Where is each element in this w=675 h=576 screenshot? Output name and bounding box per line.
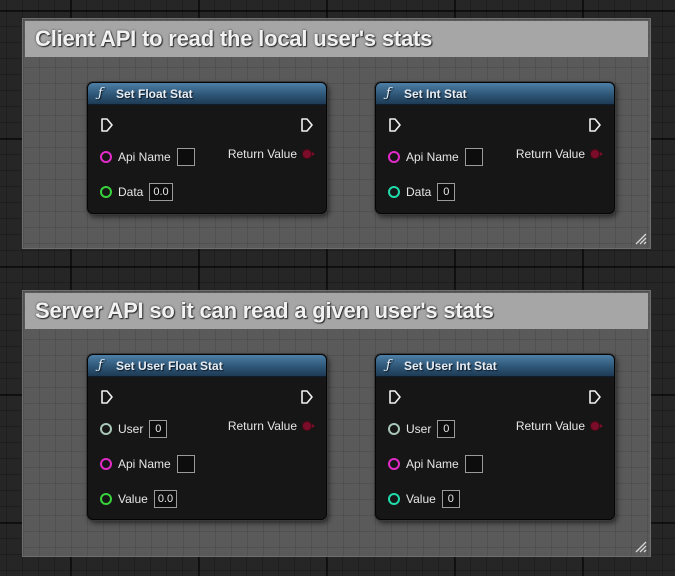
exec-in-pin-icon[interactable] xyxy=(388,117,402,133)
string-pin-icon[interactable] xyxy=(388,458,400,470)
data-input[interactable]: 0 xyxy=(437,183,456,201)
pin-user[interactable]: User 0 xyxy=(388,420,456,438)
api-name-input[interactable] xyxy=(176,148,195,166)
pin-api-name[interactable]: Api Name xyxy=(100,455,195,473)
pin-value[interactable]: Value 0.0 xyxy=(100,490,178,508)
pin-label: Return Value xyxy=(515,147,585,161)
pin-label: Api Name xyxy=(118,457,171,471)
api-name-input[interactable] xyxy=(464,148,483,166)
pin-label: Data xyxy=(118,185,144,199)
exec-out-pin-icon[interactable] xyxy=(300,389,314,405)
resize-handle-icon[interactable] xyxy=(635,541,647,553)
bool-pin-icon[interactable] xyxy=(302,149,315,159)
float-pin-icon[interactable] xyxy=(100,186,112,198)
node-header[interactable]: ƒ Set User Int Stat xyxy=(376,355,614,377)
pin-return-value[interactable]: Return Value xyxy=(227,419,315,433)
api-name-input[interactable] xyxy=(176,455,195,473)
comment-title[interactable]: Client API to read the local user's stat… xyxy=(25,21,648,57)
node-header[interactable]: ƒ Set Float Stat xyxy=(88,83,326,105)
pin-api-name[interactable]: Api Name xyxy=(388,148,483,166)
user-pin-icon[interactable] xyxy=(100,423,112,435)
function-icon: ƒ xyxy=(386,86,391,101)
function-icon: ƒ xyxy=(386,358,391,373)
node-title: Set User Int Stat xyxy=(404,358,497,373)
pin-value[interactable]: Value 0 xyxy=(388,490,460,508)
pin-label: Api Name xyxy=(118,150,171,164)
string-pin-icon[interactable] xyxy=(100,458,112,470)
int-pin-icon[interactable] xyxy=(388,493,400,505)
bool-pin-icon[interactable] xyxy=(590,149,603,159)
pin-api-name[interactable]: Api Name xyxy=(100,148,195,166)
exec-in-pin-icon[interactable] xyxy=(388,389,402,405)
float-pin-icon[interactable] xyxy=(100,493,112,505)
exec-in-pin-icon[interactable] xyxy=(100,117,114,133)
node-header[interactable]: ƒ Set Int Stat xyxy=(376,83,614,105)
comment-title[interactable]: Server API so it can read a given user's… xyxy=(25,293,648,329)
pin-user[interactable]: User 0 xyxy=(100,420,168,438)
string-pin-icon[interactable] xyxy=(388,151,400,163)
api-name-input[interactable] xyxy=(464,455,483,473)
pin-label: User xyxy=(118,422,144,436)
user-input[interactable]: 0 xyxy=(149,420,168,438)
pin-label: Api Name xyxy=(406,150,459,164)
pin-label: User xyxy=(406,422,432,436)
pin-data[interactable]: Data 0.0 xyxy=(100,183,173,201)
exec-out-pin-icon[interactable] xyxy=(588,117,602,133)
exec-out-pin-icon[interactable] xyxy=(300,117,314,133)
pin-label: Data xyxy=(406,185,432,199)
node-title: Set User Float Stat xyxy=(116,358,223,373)
resize-handle-icon[interactable] xyxy=(635,233,647,245)
node-title: Set Int Stat xyxy=(404,86,467,101)
pin-label: Api Name xyxy=(406,457,459,471)
pin-label: Return Value xyxy=(227,419,297,433)
node-title: Set Float Stat xyxy=(116,86,193,101)
node-set-float-stat[interactable]: ƒ Set Float Stat Api Name Return Value D… xyxy=(87,82,327,214)
user-input[interactable]: 0 xyxy=(437,420,456,438)
pin-api-name[interactable]: Api Name xyxy=(388,455,483,473)
string-pin-icon[interactable] xyxy=(100,151,112,163)
int-pin-icon[interactable] xyxy=(388,186,400,198)
exec-out-pin-icon[interactable] xyxy=(588,389,602,405)
pin-label: Return Value xyxy=(515,419,585,433)
pin-return-value[interactable]: Return Value xyxy=(515,419,603,433)
pin-label: Value xyxy=(118,492,148,506)
value-input[interactable]: 0.0 xyxy=(153,490,178,508)
pin-return-value[interactable]: Return Value xyxy=(515,147,603,161)
node-set-user-float-stat[interactable]: ƒ Set User Float Stat User 0 Return Valu… xyxy=(87,354,327,520)
function-icon: ƒ xyxy=(98,86,103,101)
exec-in-pin-icon[interactable] xyxy=(100,389,114,405)
node-set-int-stat[interactable]: ƒ Set Int Stat Api Name Return Value Dat… xyxy=(375,82,615,214)
user-pin-icon[interactable] xyxy=(388,423,400,435)
pin-return-value[interactable]: Return Value xyxy=(227,147,315,161)
function-icon: ƒ xyxy=(98,358,103,373)
bool-pin-icon[interactable] xyxy=(302,421,315,431)
pin-label: Return Value xyxy=(227,147,297,161)
data-input[interactable]: 0.0 xyxy=(149,183,173,201)
node-set-user-int-stat[interactable]: ƒ Set User Int Stat User 0 Return Value … xyxy=(375,354,615,520)
bool-pin-icon[interactable] xyxy=(590,421,603,431)
node-header[interactable]: ƒ Set User Float Stat xyxy=(88,355,326,377)
pin-label: Value xyxy=(406,492,436,506)
pin-data[interactable]: Data 0 xyxy=(388,183,456,201)
value-input[interactable]: 0 xyxy=(441,490,460,508)
